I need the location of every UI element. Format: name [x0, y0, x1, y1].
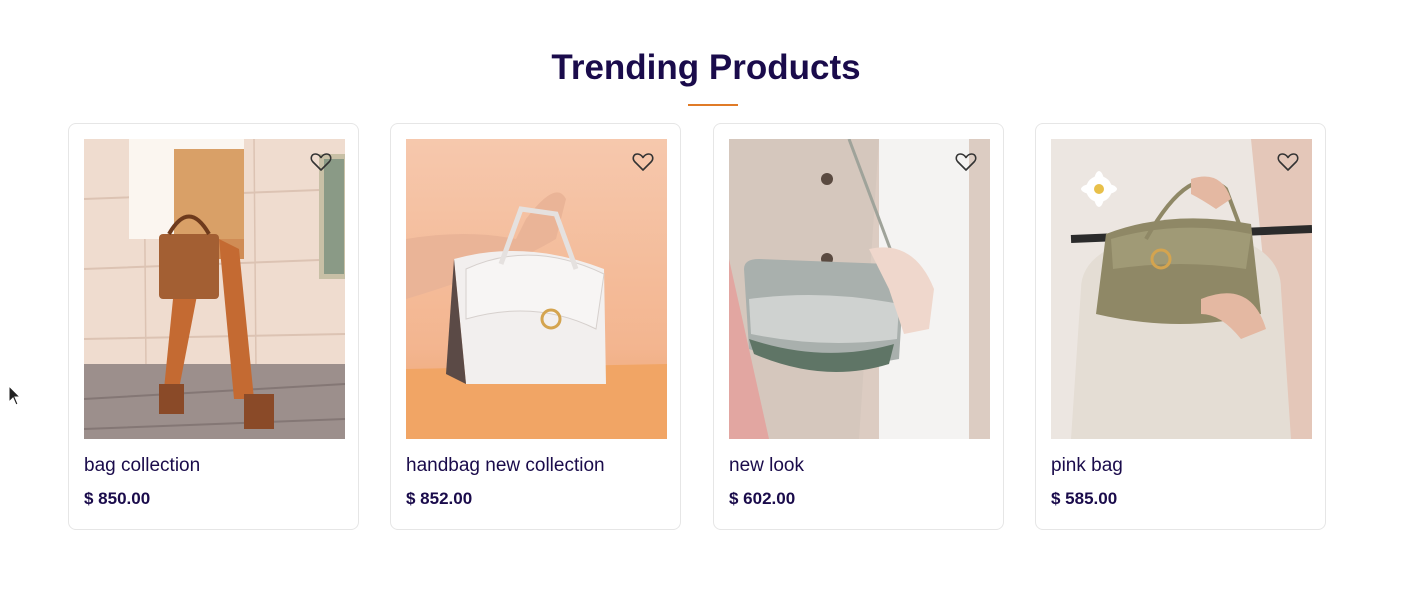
mouse-pointer-icon: [8, 384, 22, 407]
wishlist-heart-icon[interactable]: [631, 150, 655, 174]
product-name[interactable]: bag collection: [84, 453, 200, 479]
section-title: Trending Products: [551, 48, 861, 87]
product-price: $ 585.00: [1051, 489, 1118, 508]
wishlist-heart-icon[interactable]: [954, 150, 978, 174]
product-price: $ 850.00: [84, 489, 151, 508]
product-name[interactable]: pink bag: [1051, 453, 1123, 479]
title-underline: [688, 104, 738, 106]
product-price: $ 602.00: [729, 489, 796, 508]
wishlist-heart-icon[interactable]: [1276, 150, 1300, 174]
product-name[interactable]: handbag new collection: [406, 453, 605, 479]
trending-products-section: Trending Products bag collection $ 850.0…: [0, 0, 1412, 596]
product-image[interactable]: [729, 139, 990, 439]
product-card[interactable]: bag collection $ 850.00: [68, 123, 359, 530]
product-image[interactable]: [406, 139, 667, 439]
product-card[interactable]: new look $ 602.00: [713, 123, 1004, 530]
product-card[interactable]: handbag new collection $ 852.00: [390, 123, 681, 530]
product-image[interactable]: [1051, 139, 1312, 439]
wishlist-heart-icon[interactable]: [309, 150, 333, 174]
product-name[interactable]: new look: [729, 453, 804, 479]
product-card[interactable]: pink bag $ 585.00: [1035, 123, 1326, 530]
product-image[interactable]: [84, 139, 345, 439]
product-price: $ 852.00: [406, 489, 473, 508]
